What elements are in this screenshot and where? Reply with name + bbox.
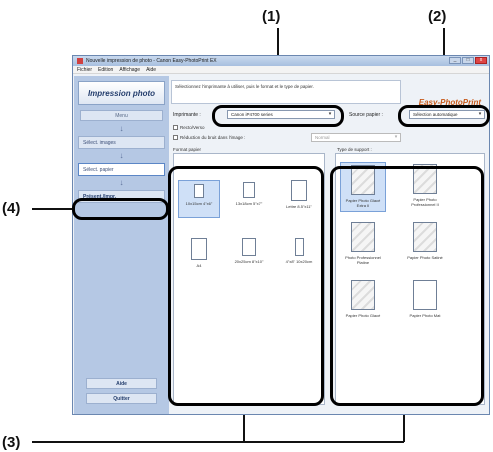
step-label: Sélect. images [83,139,116,146]
noise-reduction-label: Réduction du bruit dans l'image : [180,135,246,140]
step-arrow-icon: ↓ [119,151,124,160]
sidebar-step-select-paper[interactable]: Sélect. papier [78,163,165,176]
checkbox-box [173,135,178,140]
highlight-layout-print-step [72,198,169,220]
media-type-label: Type de support : [337,147,372,152]
sidebar: Impression photo Menu ↓ Sélect. images ↓… [74,76,169,414]
app-icon [77,58,83,64]
menu-view[interactable]: Affichage [119,67,140,73]
callout-4: (4) [2,200,21,217]
menu-edit[interactable]: Edition [98,67,113,73]
sidebar-header: Impression photo [78,81,165,105]
highlight-paper-size-panel [168,166,324,406]
minimize-button[interactable]: _ [449,57,461,64]
screenshot-stage: (1) (2) (4) (3) Nouvelle impression de p… [0,0,493,452]
printer-label: Imprimante : [173,112,201,118]
duplex-label: Recto/Verso [180,125,205,130]
noise-level-select[interactable]: Normal ▾ [311,133,401,142]
duplex-checkbox[interactable]: Recto/Verso [173,125,205,130]
step-arrow-icon: ↓ [119,124,124,133]
sidebar-step-menu[interactable]: Menu [80,110,163,121]
instruction-text: Sélectionnez l'imprimante à utiliser, pu… [171,80,401,104]
callout-3-line [32,441,404,443]
highlight-media-type-panel [330,166,484,406]
callout-3: (3) [2,434,21,451]
highlight-printer-select [212,105,344,127]
sidebar-step-select-images[interactable]: Sélect. images [78,136,165,149]
help-button[interactable]: Aide [86,378,157,389]
checkbox-box [173,125,178,130]
menu-help[interactable]: Aide [146,67,156,73]
step-arrow-icon: ↓ [119,178,124,187]
noise-level-value: Normal [315,135,330,140]
callout-2: (2) [428,8,447,25]
callout-1: (1) [262,8,281,25]
menu-file[interactable]: Fichier [77,67,92,73]
paper-size-label: Format papier [173,147,202,152]
callout-4-line [32,208,72,210]
maximize-button[interactable]: □ [462,57,474,64]
chevron-down-icon: ▾ [394,134,398,140]
menu-bar: Fichier Edition Affichage Aide [73,66,489,74]
noise-reduction-checkbox[interactable]: Réduction du bruit dans l'image : [173,135,245,140]
step-label: Sélect. papier [83,166,114,173]
highlight-paper-source-select [398,105,490,127]
quit-button[interactable]: Quitter [86,393,157,404]
paper-source-label: Source papier : [349,112,383,118]
window-title: Nouvelle impression de photo - Canon Eas… [86,58,217,64]
close-button[interactable]: x [475,57,487,64]
title-bar: Nouvelle impression de photo - Canon Eas… [73,56,489,66]
